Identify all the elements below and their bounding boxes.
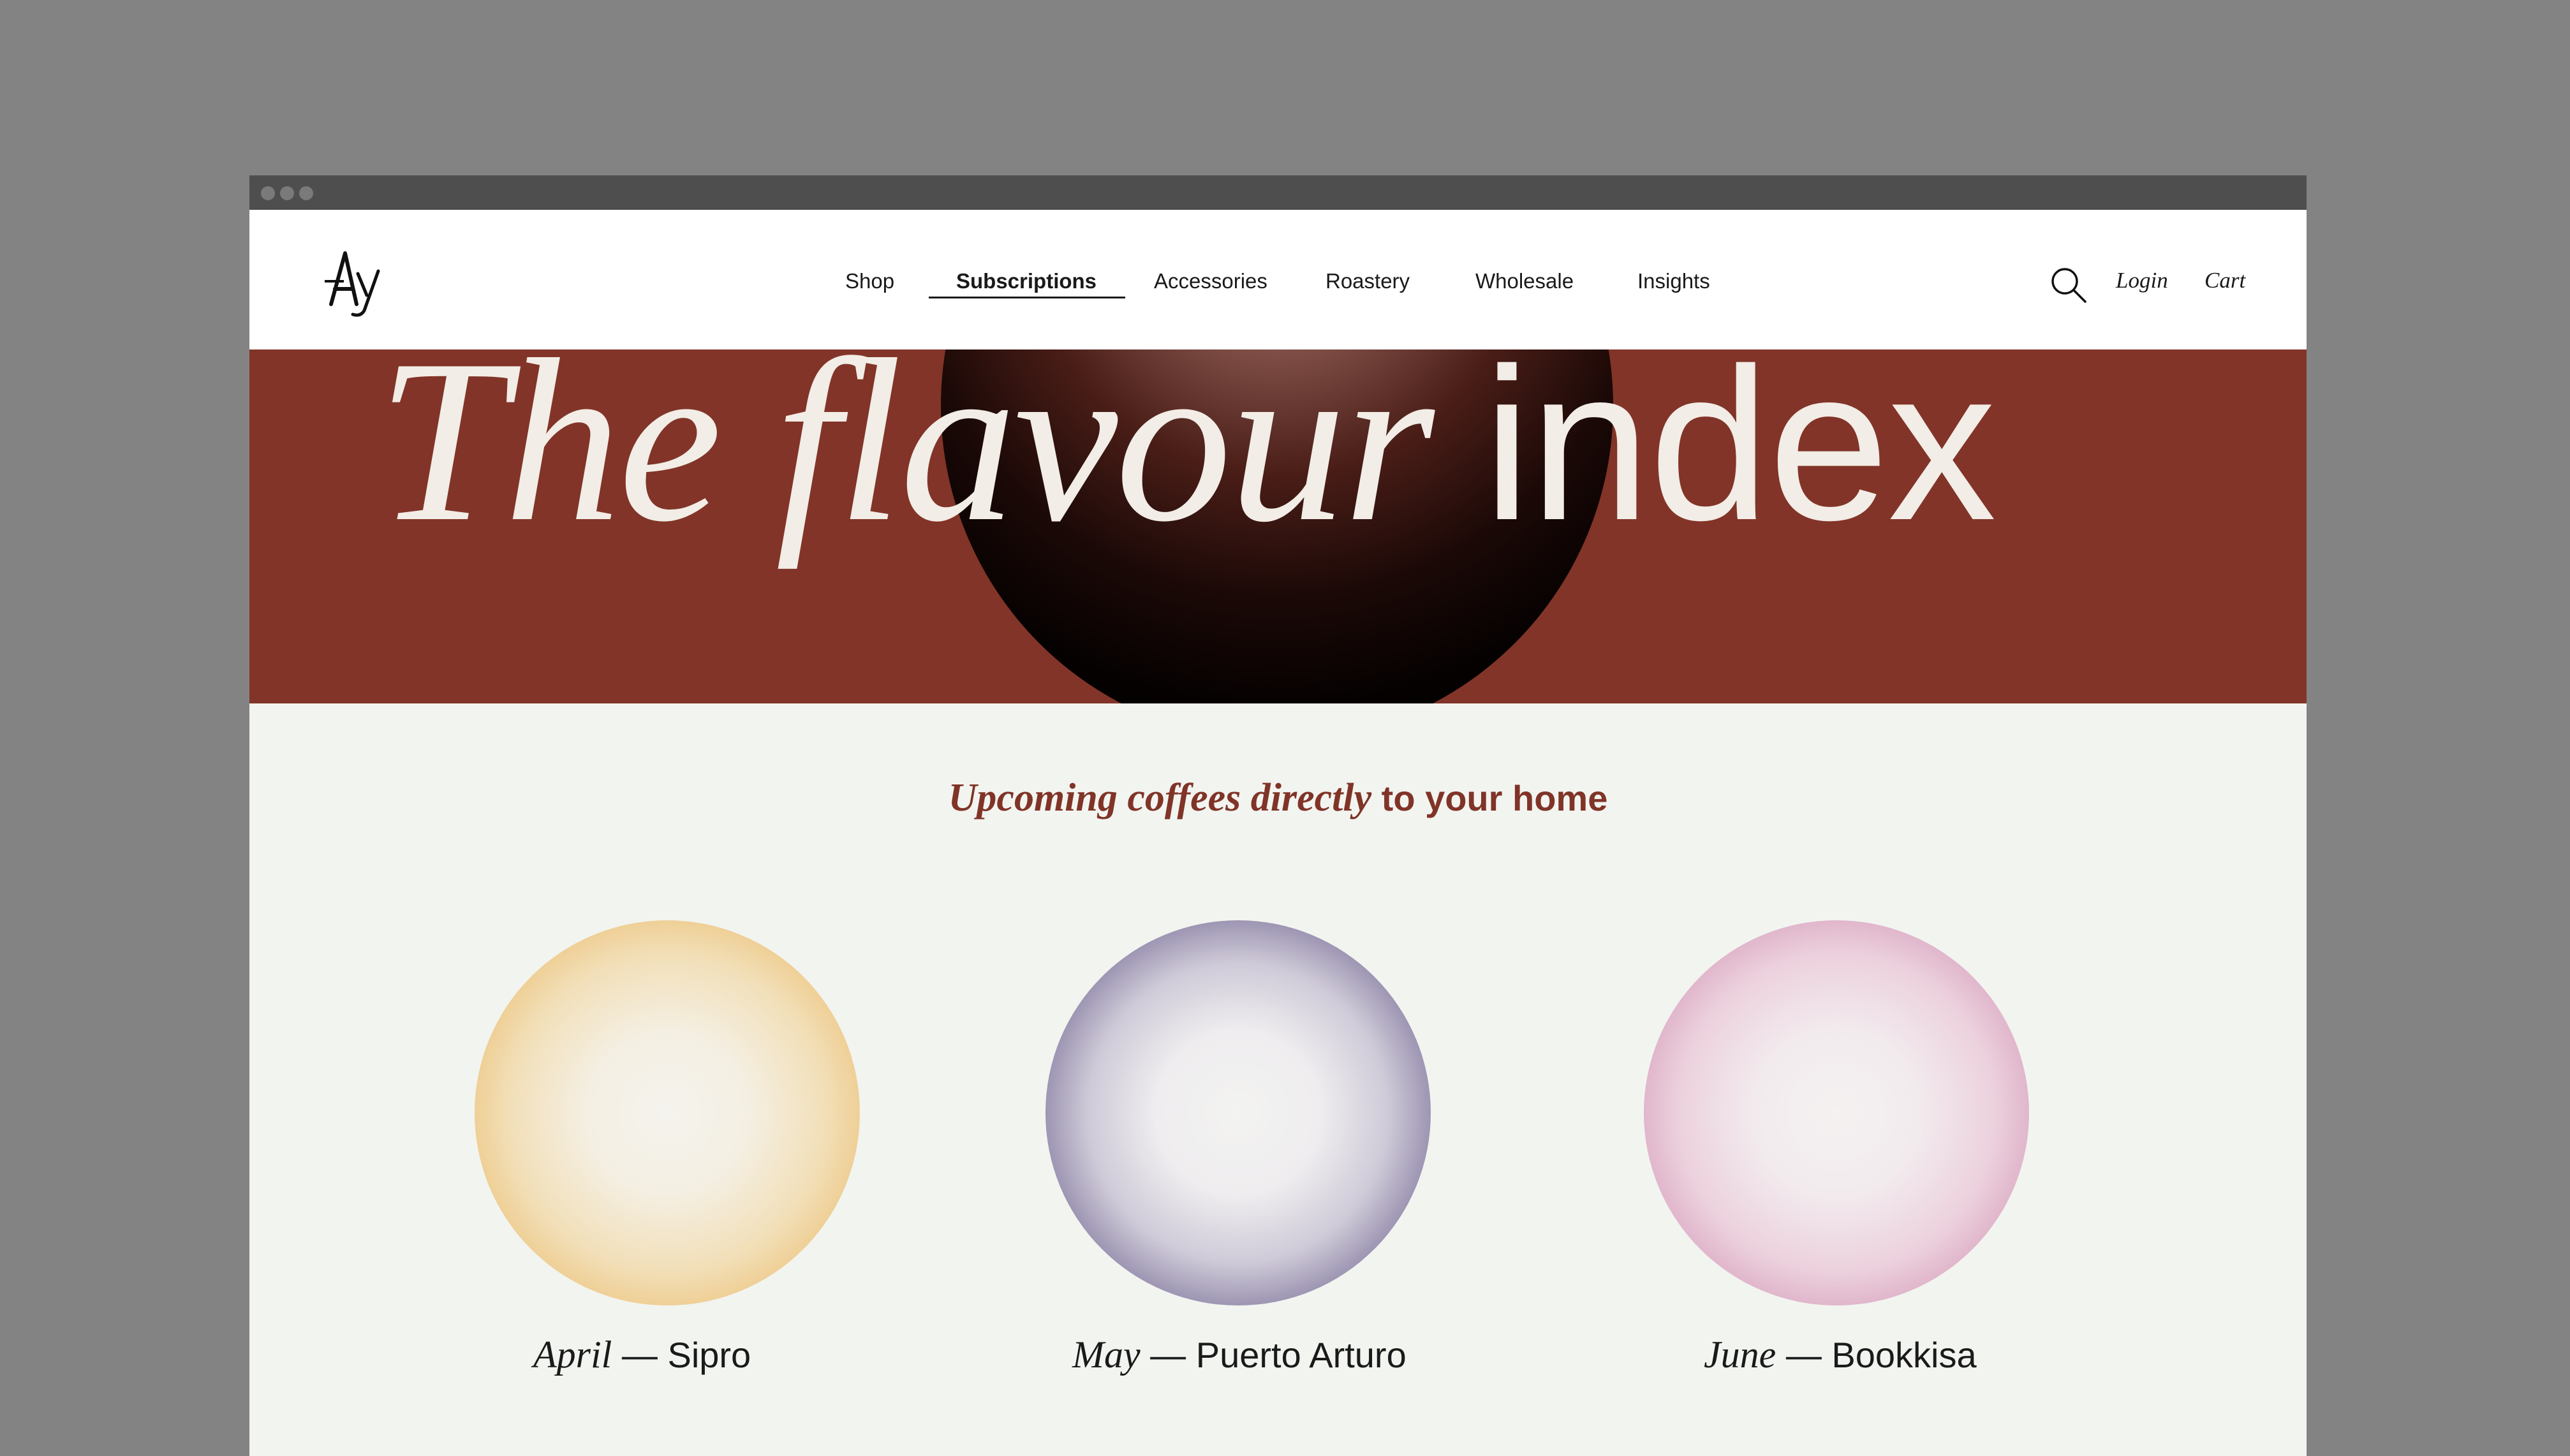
coffee-orb-june[interactable] — [1644, 920, 2029, 1305]
window-maximize-dot[interactable] — [299, 186, 313, 200]
caption-separator: — — [612, 1335, 668, 1375]
section-subtitle: Upcoming coffees directly to your home — [249, 775, 2307, 821]
search-icon[interactable] — [2048, 265, 2089, 305]
coffee-name: Bookkisa — [1831, 1335, 1977, 1375]
nav-item-insights[interactable]: Insights — [1637, 269, 1710, 293]
top-navigation: Shop Subscriptions Accessories Roastery … — [249, 210, 2307, 349]
subtitle-emphasis: Upcoming coffees directly — [948, 776, 1372, 820]
nav-item-shop[interactable]: Shop — [845, 269, 894, 293]
cart-link[interactable]: Cart — [2204, 268, 2245, 293]
window-minimize-dot[interactable] — [280, 186, 294, 200]
nav-item-accessories[interactable]: Accessories — [1154, 269, 1267, 293]
active-nav-underline — [929, 297, 1125, 298]
coffee-caption-april[interactable]: April — Sipro — [533, 1333, 751, 1377]
brand-logo[interactable] — [320, 248, 390, 318]
coffee-caption-june[interactable]: June — Bookkisa — [1704, 1333, 1977, 1377]
subtitle-rest: to your home — [1371, 778, 1608, 818]
nav-item-wholesale[interactable]: Wholesale — [1475, 269, 1574, 293]
coffee-name: Puerto Arturo — [1195, 1335, 1407, 1375]
coffee-orb-may[interactable] — [1045, 920, 1431, 1305]
hero-title: The flavour index — [377, 325, 1997, 558]
hero-title-italic: The flavour — [377, 312, 1435, 570]
coffee-month: June — [1704, 1334, 1776, 1376]
hero-title-sans: index — [1482, 323, 1997, 566]
caption-separator: — — [1776, 1335, 1832, 1375]
coffee-caption-may[interactable]: May — Puerto Arturo — [1072, 1333, 1407, 1377]
coffee-orb-april[interactable] — [475, 920, 860, 1305]
coffee-month: May — [1072, 1334, 1141, 1376]
caption-separator: — — [1140, 1335, 1196, 1375]
nav-item-subscriptions[interactable]: Subscriptions — [956, 269, 1097, 293]
window-titlebar — [249, 175, 2307, 210]
coffee-month: April — [533, 1334, 612, 1376]
login-link[interactable]: Login — [2116, 268, 2168, 293]
browser-window: The flavour index Shop Subscriptions Acce… — [249, 175, 2307, 1456]
coffee-name: Sipro — [667, 1335, 751, 1375]
window-close-dot[interactable] — [261, 186, 275, 200]
nav-item-roastery[interactable]: Roastery — [1326, 269, 1410, 293]
